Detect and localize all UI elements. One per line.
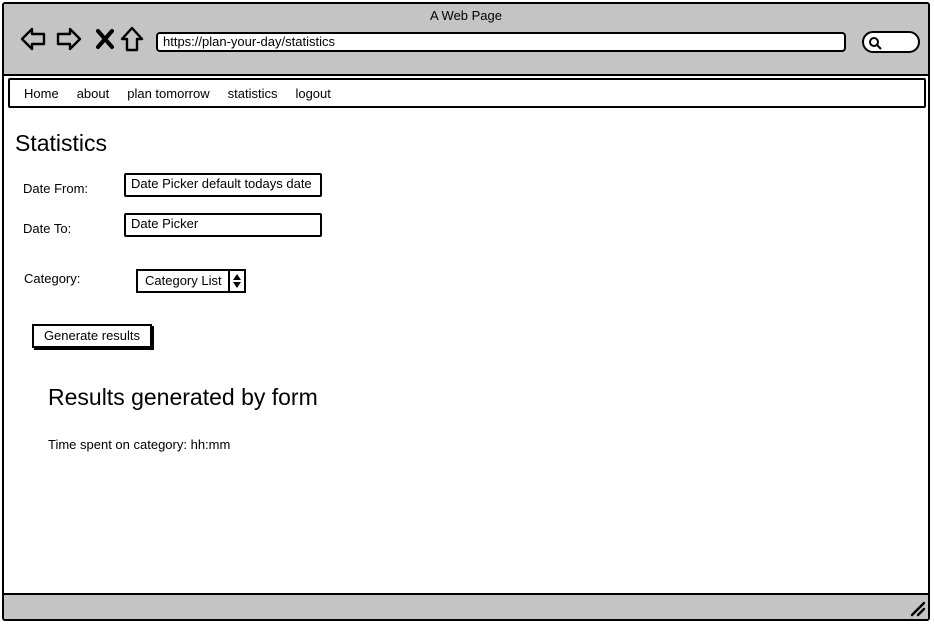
date-to-picker[interactable]: Date Picker <box>124 213 322 237</box>
status-bar <box>4 593 928 619</box>
menu-bar: Home about plan tomorrow statistics logo… <box>8 78 926 108</box>
date-from-label: Date From: <box>23 181 89 196</box>
select-stepper-icon[interactable] <box>228 271 244 291</box>
results-title: Results generated by form <box>48 384 318 410</box>
close-x-icon[interactable] <box>90 24 120 54</box>
window-title: A Web Page <box>429 8 503 23</box>
date-from-picker[interactable]: Date Picker default todays date <box>124 173 322 197</box>
url-bar[interactable]: https://plan-your-day/statistics <box>156 32 846 52</box>
menu-item-home[interactable]: Home <box>24 86 59 101</box>
resize-grip-icon[interactable] <box>908 599 926 617</box>
menu-item-logout[interactable]: logout <box>295 86 330 101</box>
category-select-value: Category List <box>145 273 222 288</box>
browser-chrome: A Web Page https://plan-your-day/statist… <box>4 4 928 76</box>
date-to-label: Date To: <box>23 221 72 236</box>
page-title: Statistics <box>15 130 108 156</box>
home-icon[interactable] <box>117 24 147 54</box>
forward-arrow-icon[interactable] <box>54 24 84 54</box>
category-label: Category: <box>24 271 81 286</box>
back-arrow-icon[interactable] <box>18 24 48 54</box>
search-icon <box>869 37 882 50</box>
menu-item-plan-tomorrow[interactable]: plan tomorrow <box>127 86 209 101</box>
menu-item-about[interactable]: about <box>77 86 110 101</box>
category-select[interactable]: Category List <box>136 269 246 293</box>
results-text: Time spent on category: hh:mm <box>48 437 231 452</box>
generate-results-button[interactable]: Generate results <box>32 324 152 348</box>
browser-window: A Web Page https://plan-your-day/statist… <box>2 2 930 621</box>
search-box[interactable] <box>862 31 920 53</box>
menu-item-statistics[interactable]: statistics <box>228 86 278 101</box>
